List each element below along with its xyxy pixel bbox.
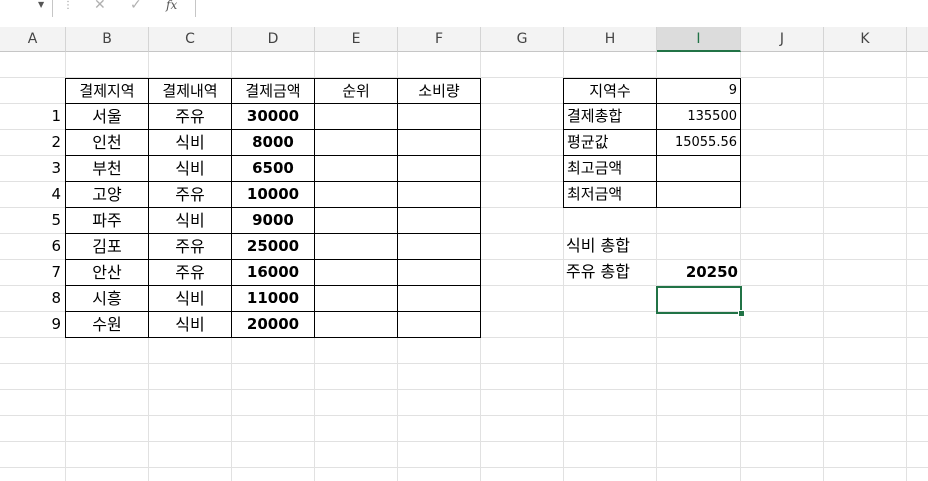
row-number[interactable]: 2 [0, 129, 65, 156]
cell-amount[interactable]: 30000 [231, 103, 315, 130]
summary-value-total[interactable]: 135500 [656, 103, 741, 130]
header-amount[interactable]: 결제금액 [231, 78, 315, 104]
summary-label-max[interactable]: 최고금액 [563, 155, 657, 182]
food-total-value[interactable] [656, 233, 741, 259]
food-total-label[interactable]: 식비 총합 [563, 233, 657, 259]
cell-item[interactable]: 주유 [148, 259, 232, 286]
header-region[interactable]: 결제지역 [65, 78, 149, 104]
fill-handle[interactable] [738, 310, 745, 317]
insert-function-icon[interactable]: fx [166, 0, 177, 12]
formula-bar: ▼ ⋮ ✕ ✓ fx [0, 0, 928, 28]
column-header-j[interactable]: J [741, 27, 824, 52]
cell-amount[interactable]: 20000 [231, 311, 315, 338]
cell-item[interactable]: 주유 [148, 233, 232, 260]
cell-rank[interactable] [314, 285, 398, 312]
fuel-total-label[interactable]: 주유 총합 [563, 259, 657, 285]
column-header-d[interactable]: D [232, 27, 315, 52]
cell-amount[interactable]: 16000 [231, 259, 315, 286]
cell-region[interactable]: 김포 [65, 233, 149, 260]
summary-label-min[interactable]: 최저금액 [563, 181, 657, 208]
active-cell[interactable] [656, 286, 742, 314]
fuel-total-value[interactable]: 20250 [656, 259, 741, 285]
cell-amount[interactable]: 6500 [231, 155, 315, 182]
cell-usage[interactable] [397, 129, 481, 156]
enter-icon[interactable]: ✓ [130, 0, 142, 13]
cell-region[interactable]: 고양 [65, 181, 149, 208]
cell-rank[interactable] [314, 155, 398, 182]
column-header-c[interactable]: C [149, 27, 232, 52]
cell-rank[interactable] [314, 233, 398, 260]
cell-usage[interactable] [397, 103, 481, 130]
column-header-e[interactable]: E [315, 27, 398, 52]
cell-item[interactable]: 식비 [148, 155, 232, 182]
cell-rank[interactable] [314, 259, 398, 286]
cell-usage[interactable] [397, 311, 481, 338]
cell-item[interactable]: 식비 [148, 207, 232, 234]
cancel-icon[interactable]: ✕ [94, 0, 106, 13]
summary-value-max[interactable] [656, 155, 741, 182]
column-header-i[interactable]: I [657, 27, 741, 52]
row-number[interactable]: 6 [0, 233, 65, 260]
row-number[interactable]: 3 [0, 155, 65, 182]
cell-usage[interactable] [397, 207, 481, 234]
cell-region[interactable]: 서울 [65, 103, 149, 130]
cell-region[interactable]: 파주 [65, 207, 149, 234]
cell-usage[interactable] [397, 181, 481, 208]
cell-rank[interactable] [314, 207, 398, 234]
header-rank[interactable]: 순위 [314, 78, 398, 104]
summary-value-region-count[interactable]: 9 [656, 78, 741, 104]
cell-usage[interactable] [397, 259, 481, 286]
cell-item[interactable]: 주유 [148, 181, 232, 208]
cell-item[interactable]: 주유 [148, 103, 232, 130]
cell-amount[interactable]: 25000 [231, 233, 315, 260]
column-header-k[interactable]: K [824, 27, 907, 52]
cell-rank[interactable] [314, 311, 398, 338]
cell-region[interactable]: 안산 [65, 259, 149, 286]
cell-region[interactable]: 시흥 [65, 285, 149, 312]
column-header-h[interactable]: H [564, 27, 657, 52]
row-number[interactable]: 8 [0, 285, 65, 312]
cell-item[interactable]: 식비 [148, 129, 232, 156]
header-usage[interactable]: 소비량 [397, 78, 481, 104]
name-box[interactable] [0, 0, 53, 17]
cell-amount[interactable]: 10000 [231, 181, 315, 208]
cell-region[interactable]: 인천 [65, 129, 149, 156]
column-header-b[interactable]: B [66, 27, 149, 52]
cell-region[interactable]: 부천 [65, 155, 149, 182]
summary-label-region-count[interactable]: 지역수 [563, 78, 657, 104]
column-header-g[interactable]: G [481, 27, 564, 52]
row-number[interactable]: 9 [0, 311, 65, 338]
summary-value-average[interactable]: 15055.56 [656, 129, 741, 156]
column-header-a[interactable]: A [0, 27, 66, 52]
name-box-dropdown-icon[interactable]: ▼ [38, 0, 44, 9]
cell-rank[interactable] [314, 181, 398, 208]
cell-item[interactable]: 식비 [148, 311, 232, 338]
cell-rank[interactable] [314, 129, 398, 156]
formula-input[interactable] [195, 0, 928, 17]
row-number[interactable]: 7 [0, 259, 65, 286]
cell-usage[interactable] [397, 155, 481, 182]
row-number[interactable]: 1 [0, 103, 65, 130]
column-header-f[interactable]: F [398, 27, 481, 52]
cell-usage[interactable] [397, 285, 481, 312]
cell-region[interactable]: 수원 [65, 311, 149, 338]
header-item[interactable]: 결제내역 [148, 78, 232, 104]
summary-label-total[interactable]: 결제총합 [563, 103, 657, 130]
row-number[interactable]: 5 [0, 207, 65, 234]
summary-label-average[interactable]: 평균값 [563, 129, 657, 156]
cell-item[interactable]: 식비 [148, 285, 232, 312]
cell-amount[interactable]: 9000 [231, 207, 315, 234]
row-number[interactable]: 4 [0, 181, 65, 208]
cell-amount[interactable]: 11000 [231, 285, 315, 312]
cell-usage[interactable] [397, 233, 481, 260]
grip-icon: ⋮ [63, 0, 73, 11]
cell-rank[interactable] [314, 103, 398, 130]
column-header-overflow[interactable] [907, 27, 928, 52]
cell-amount[interactable]: 8000 [231, 129, 315, 156]
summary-value-min[interactable] [656, 181, 741, 208]
